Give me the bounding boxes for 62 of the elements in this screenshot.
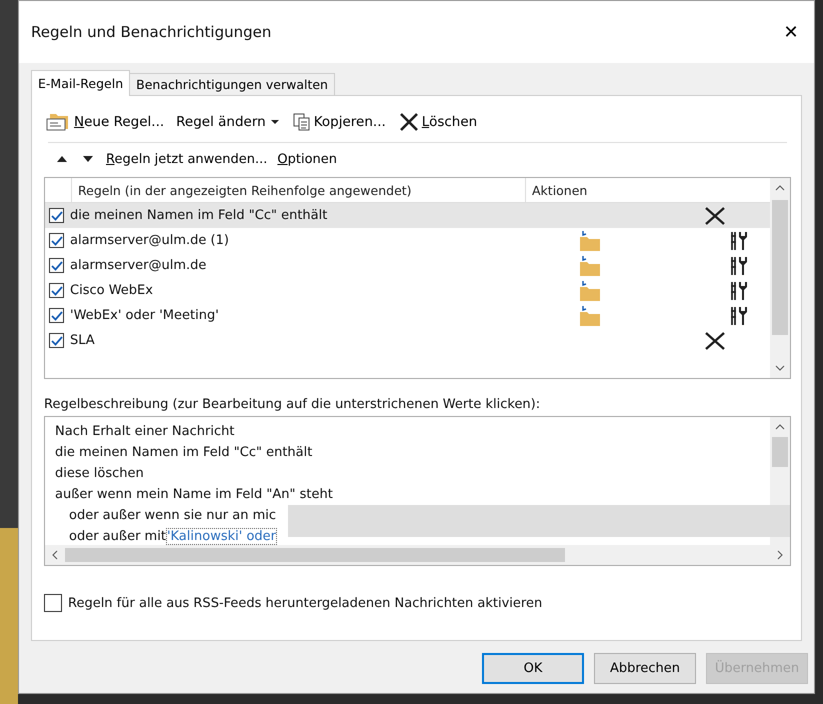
- rule-name: Cisco WebEx: [70, 283, 154, 298]
- delete-icon: [704, 330, 726, 350]
- scroll-thumb[interactable]: [772, 437, 788, 467]
- caret-icon: [270, 118, 280, 126]
- rule-row[interactable]: alarmserver@ulm.de: [45, 253, 770, 278]
- column-header[interactable]: Aktionen: [526, 182, 588, 198]
- window-title: Regeln und Benachrichtigungen: [31, 23, 272, 41]
- move-to-folder-icon: [579, 280, 601, 302]
- rule-row[interactable]: Cisco WebEx: [45, 278, 770, 303]
- checkbox[interactable]: [49, 333, 64, 348]
- rule-row[interactable]: alarmserver@ulm.de (1): [45, 228, 770, 253]
- rule-row[interactable]: 'WebEx' oder 'Meeting': [45, 303, 770, 328]
- description-line: oder außer wenn sie nur an mic: [69, 508, 276, 523]
- scroll-thumb[interactable]: [772, 200, 788, 335]
- move-to-folder-icon: [579, 230, 601, 252]
- checkbox[interactable]: [49, 258, 64, 273]
- down-triangle-icon: [82, 154, 94, 164]
- description-line: Nach Erhalt einer Nachricht: [55, 424, 234, 439]
- change-rule-button[interactable]: Regel ändern: [174, 112, 282, 132]
- scroll-down-icon[interactable]: [775, 365, 785, 371]
- new-rule-button[interactable]: Neue Regel...: [44, 110, 166, 134]
- rule-row[interactable]: SLA: [45, 328, 770, 353]
- description-line: außer wenn mein Name im Feld "An" steht: [55, 487, 333, 502]
- horizontal-scrollbar[interactable]: [45, 545, 790, 565]
- scrollbar[interactable]: [770, 178, 790, 378]
- description-line: die meinen Namen im Feld "Cc" enthält: [55, 445, 312, 460]
- scroll-up-icon[interactable]: [775, 424, 785, 430]
- delete-rule-button[interactable]: Löschen: [396, 110, 480, 134]
- rule-name: 'WebEx' oder 'Meeting': [70, 308, 220, 323]
- copy-icon: [292, 112, 312, 132]
- scroll-thumb[interactable]: [65, 548, 565, 562]
- rss-rules-label: Regeln für alle aus RSS-Feeds heruntergeladenen Nachrichten aktivieren: [68, 596, 542, 610]
- dialog-button[interactable]: Abbrechen: [594, 653, 696, 684]
- rule-name: alarmserver@ulm.de: [70, 258, 208, 273]
- description-label: Regelbeschreibung (zur Bearbeitung auf die unterstrichenen Werte klicken):: [44, 397, 542, 412]
- move-to-folder-icon: [579, 254, 601, 276]
- delete-icon: [398, 112, 420, 132]
- rule-name: alarmserver@ulm.de (1): [70, 233, 230, 248]
- scroll-up-icon[interactable]: [775, 185, 785, 191]
- options-link[interactable]: Optionen: [277, 152, 338, 166]
- move-to-folder-icon: [579, 304, 601, 326]
- checkbox[interactable]: [49, 308, 64, 323]
- description-line: oder außer mit: [69, 529, 166, 544]
- rule-name: SLA: [70, 333, 96, 348]
- checkbox[interactable]: [44, 594, 62, 612]
- scroll-left-icon[interactable]: [52, 550, 58, 560]
- tab[interactable]: E-Mail-Regeln: [31, 70, 130, 96]
- checkbox[interactable]: [49, 208, 64, 223]
- checkbox[interactable]: [49, 283, 64, 298]
- column-header[interactable]: Regeln (in der angezeigten Reihenfolge angewendet): [72, 178, 526, 202]
- scroll-right-icon[interactable]: [777, 550, 783, 560]
- close-button[interactable]: ✕: [768, 9, 814, 55]
- tab[interactable]: Benachrichtigungen verwalten: [129, 73, 335, 95]
- delete-icon: [704, 206, 726, 226]
- checkbox[interactable]: [49, 233, 64, 248]
- apply-rules-link[interactable]: Regeln jetzt anwenden...: [106, 152, 268, 166]
- up-triangle-icon: [56, 154, 68, 164]
- rule-name: die meinen Namen im Feld "Cc" enthält: [70, 208, 328, 223]
- description-line: diese löschen: [55, 466, 144, 481]
- ok-button[interactable]: OK: [482, 653, 584, 684]
- rule-row[interactable]: die meinen Namen im Feld "Cc" enthält: [45, 203, 770, 228]
- copy-rule-button[interactable]: Kopjeren...: [290, 110, 388, 134]
